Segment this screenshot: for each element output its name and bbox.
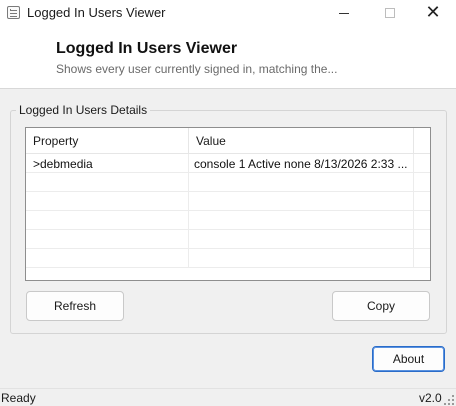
refresh-button[interactable]: Refresh bbox=[26, 291, 124, 321]
cell-value bbox=[188, 230, 413, 249]
cell-filler bbox=[413, 192, 430, 211]
about-button[interactable]: About bbox=[372, 346, 445, 372]
column-header-property[interactable]: Property bbox=[26, 128, 188, 154]
maximize-icon bbox=[385, 8, 395, 18]
minimize-button[interactable] bbox=[321, 0, 367, 26]
cell-filler bbox=[413, 211, 430, 230]
cell-property bbox=[26, 230, 188, 249]
version-label: v2.0 bbox=[419, 391, 442, 405]
cell-property bbox=[26, 249, 188, 268]
cell-property bbox=[26, 192, 188, 211]
close-button[interactable]: ✕ bbox=[410, 0, 456, 26]
window-title: Logged In Users Viewer bbox=[27, 5, 166, 20]
minimize-icon bbox=[339, 12, 349, 14]
list-row[interactable] bbox=[26, 230, 430, 249]
header-panel: Logged In Users Viewer Shows every user … bbox=[0, 26, 456, 89]
cell-property: >debmedia bbox=[33, 156, 93, 171]
page-title: Logged In Users Viewer bbox=[56, 40, 238, 57]
column-header-value[interactable]: Value bbox=[188, 128, 413, 154]
column-header-filler bbox=[413, 128, 430, 154]
cell-property bbox=[26, 211, 188, 230]
cell-filler bbox=[413, 230, 430, 249]
status-bar: Ready v2.0 bbox=[0, 388, 456, 406]
copy-button[interactable]: Copy bbox=[332, 291, 430, 321]
maximize-button[interactable] bbox=[367, 0, 413, 26]
users-list-view[interactable]: Property Value >debmedia console 1 Activ… bbox=[25, 127, 431, 281]
list-row[interactable] bbox=[26, 211, 430, 230]
cell-filler bbox=[413, 173, 430, 192]
list-row[interactable] bbox=[26, 173, 430, 192]
cell-value bbox=[188, 211, 413, 230]
cell-value: console 1 Active none 8/13/2026 2:33 ... bbox=[188, 154, 413, 173]
list-row[interactable] bbox=[26, 249, 430, 268]
list-row[interactable]: >debmedia console 1 Active none 8/13/202… bbox=[26, 154, 430, 173]
title-bar: Logged In Users Viewer ✕ bbox=[0, 0, 456, 26]
cell-filler bbox=[413, 249, 430, 268]
cell-value bbox=[188, 249, 413, 268]
groupbox-legend: Logged In Users Details bbox=[16, 103, 151, 117]
cell-value bbox=[188, 192, 413, 211]
page-subtitle: Shows every user currently signed in, ma… bbox=[56, 62, 338, 76]
resize-grip-icon[interactable] bbox=[444, 395, 454, 405]
list-row[interactable] bbox=[26, 192, 430, 211]
cell-value bbox=[188, 173, 413, 192]
close-icon: ✕ bbox=[425, 2, 441, 23]
cell-property bbox=[26, 173, 188, 192]
cell-filler bbox=[413, 154, 430, 173]
app-icon bbox=[7, 6, 20, 19]
status-text: Ready bbox=[1, 391, 36, 405]
list-header: Property Value bbox=[26, 128, 430, 154]
